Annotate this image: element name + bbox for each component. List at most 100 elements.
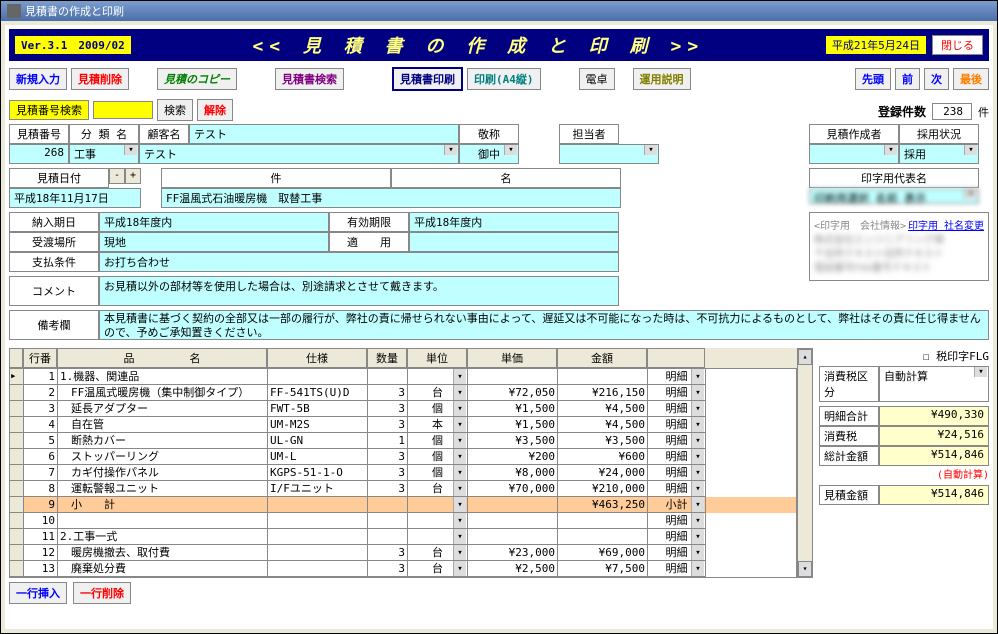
usage-button[interactable]: 運用説明: [633, 68, 691, 90]
search-input[interactable]: [93, 101, 153, 119]
remarks-value[interactable]: 本見積書に基づく契約の全部又は一部の履行が、弊社の責に帰せられない事由によって、…: [99, 310, 989, 340]
cell-name[interactable]: FF温風式暖房機（集中制御タイプ）: [58, 385, 268, 401]
delete-row-button[interactable]: 一行削除: [73, 582, 131, 604]
cell-detail[interactable]: 小計: [648, 497, 706, 513]
tax-class-select[interactable]: 自動計算: [879, 366, 989, 402]
cell-detail[interactable]: 明細: [648, 417, 706, 433]
row-selector[interactable]: [10, 401, 24, 417]
estimate-delete-button[interactable]: 見積削除: [71, 68, 129, 90]
cell-spec[interactable]: [268, 561, 368, 577]
cell-unit[interactable]: 個: [408, 465, 468, 481]
cell-qty[interactable]: 1: [368, 433, 408, 449]
cell-spec[interactable]: UM-M2S: [268, 417, 368, 433]
cell-unit[interactable]: 本: [408, 417, 468, 433]
table-row[interactable]: 8 運転警報ユニットI/Fユニット3台¥70,000¥210,000明細: [10, 481, 796, 497]
cell-detail[interactable]: 明細: [648, 561, 706, 577]
cell-name[interactable]: 廃棄処分費: [58, 561, 268, 577]
cell-price[interactable]: ¥8,000: [468, 465, 558, 481]
cell-unit[interactable]: 台: [408, 561, 468, 577]
cell-spec[interactable]: KGPS-51-1-O: [268, 465, 368, 481]
cell-spec[interactable]: I/Fユニット: [268, 481, 368, 497]
cell-name[interactable]: カギ付操作パネル: [58, 465, 268, 481]
cell-price[interactable]: ¥1,500: [468, 401, 558, 417]
grid-scrollbar[interactable]: ▴ ▾: [797, 348, 813, 578]
cell-unit[interactable]: [408, 369, 468, 385]
estimate-search-button[interactable]: 見積書検索: [275, 68, 344, 90]
table-row[interactable]: 5 断熱カバーUL-GN1個¥3,500¥3,500明細: [10, 433, 796, 449]
cell-unit[interactable]: 個: [408, 449, 468, 465]
prev-button[interactable]: 前: [895, 68, 920, 90]
cell-spec[interactable]: [268, 497, 368, 513]
item-name-value[interactable]: FF温風式石油暖房機 取替工事: [161, 188, 621, 208]
row-selector[interactable]: [10, 513, 24, 529]
table-row[interactable]: 2 FF温風式暖房機（集中制御タイプ）FF-541TS(U)D3台¥72,050…: [10, 385, 796, 401]
cell-spec[interactable]: [268, 369, 368, 385]
print-name-select[interactable]: 印刷用選択 名前 表示: [809, 188, 979, 204]
cell-detail[interactable]: 明細: [648, 481, 706, 497]
cell-detail[interactable]: 明細: [648, 433, 706, 449]
cell-name[interactable]: 自在管: [58, 417, 268, 433]
cell-detail[interactable]: 明細: [648, 369, 706, 385]
cell-spec[interactable]: FF-541TS(U)D: [268, 385, 368, 401]
cell-detail[interactable]: 明細: [648, 465, 706, 481]
row-selector[interactable]: ▸: [10, 369, 24, 385]
table-row[interactable]: 9 小 計¥463,250小計: [10, 497, 796, 513]
cell-spec[interactable]: UL-GN: [268, 433, 368, 449]
table-row[interactable]: ▸11.機器、関連品明細: [10, 369, 796, 385]
cell-unit[interactable]: 台: [408, 481, 468, 497]
tax-flag-check[interactable]: ☐ 税印字FLG: [819, 348, 989, 364]
estimate-copy-button[interactable]: 見積のコピー: [157, 68, 237, 90]
cell-unit[interactable]: 個: [408, 401, 468, 417]
cell-price[interactable]: [468, 369, 558, 385]
comment-value[interactable]: お見積以外の部材等を使用した場合は、別途請求とさせて戴きます。: [99, 276, 619, 306]
cell-detail[interactable]: 明細: [648, 513, 706, 529]
cell-qty[interactable]: 3: [368, 465, 408, 481]
cell-qty[interactable]: 3: [368, 561, 408, 577]
row-selector[interactable]: [10, 561, 24, 577]
cell-qty[interactable]: 3: [368, 385, 408, 401]
new-input-button[interactable]: 新規入力: [9, 68, 67, 90]
cell-detail[interactable]: 明細: [648, 401, 706, 417]
cell-price[interactable]: ¥200: [468, 449, 558, 465]
cell-name[interactable]: 延長アダプター: [58, 401, 268, 417]
cell-qty[interactable]: 3: [368, 417, 408, 433]
cell-detail[interactable]: 明細: [648, 385, 706, 401]
cell-unit[interactable]: 台: [408, 545, 468, 561]
cell-spec[interactable]: UM-L: [268, 449, 368, 465]
row-selector[interactable]: [10, 433, 24, 449]
customer-value-1[interactable]: テスト: [189, 124, 459, 144]
search-cancel-button[interactable]: 解除: [197, 99, 233, 121]
cell-name[interactable]: 小 計: [58, 497, 268, 513]
table-row[interactable]: 6 ストッパーリングUM-L3個¥200¥600明細: [10, 449, 796, 465]
cell-spec[interactable]: FWT-5B: [268, 401, 368, 417]
cell-unit[interactable]: 台: [408, 385, 468, 401]
cell-price[interactable]: ¥23,000: [468, 545, 558, 561]
cell-unit[interactable]: 個: [408, 433, 468, 449]
honorific-select[interactable]: 御中: [459, 144, 519, 164]
location-value[interactable]: 現地: [99, 232, 329, 252]
print-a4-button[interactable]: 印刷(A4縦): [467, 68, 541, 90]
cell-name[interactable]: 運転警報ユニット: [58, 481, 268, 497]
adoption-select[interactable]: 採用: [899, 144, 979, 164]
payment-value[interactable]: お打ち合わせ: [99, 252, 619, 272]
customer-value-2[interactable]: テスト: [139, 144, 459, 164]
company-change-link[interactable]: 印字用 社名変更: [908, 217, 984, 232]
first-button[interactable]: 先頭: [855, 68, 891, 90]
cell-name[interactable]: [58, 513, 268, 529]
close-button[interactable]: 閉じる: [932, 35, 983, 55]
cell-name[interactable]: 断熱カバー: [58, 433, 268, 449]
row-selector[interactable]: [10, 465, 24, 481]
row-selector[interactable]: [10, 417, 24, 433]
cell-detail[interactable]: 明細: [648, 449, 706, 465]
category-select[interactable]: 工事: [69, 144, 139, 164]
cell-qty[interactable]: 3: [368, 545, 408, 561]
cell-qty[interactable]: [368, 529, 408, 545]
cell-unit[interactable]: [408, 529, 468, 545]
delivery-value[interactable]: 平成18年度内: [99, 212, 329, 232]
cell-detail[interactable]: 明細: [648, 529, 706, 545]
cell-qty[interactable]: 3: [368, 449, 408, 465]
cell-price[interactable]: [468, 513, 558, 529]
cell-qty[interactable]: [368, 369, 408, 385]
cell-name[interactable]: ストッパーリング: [58, 449, 268, 465]
application-value[interactable]: [409, 232, 619, 252]
